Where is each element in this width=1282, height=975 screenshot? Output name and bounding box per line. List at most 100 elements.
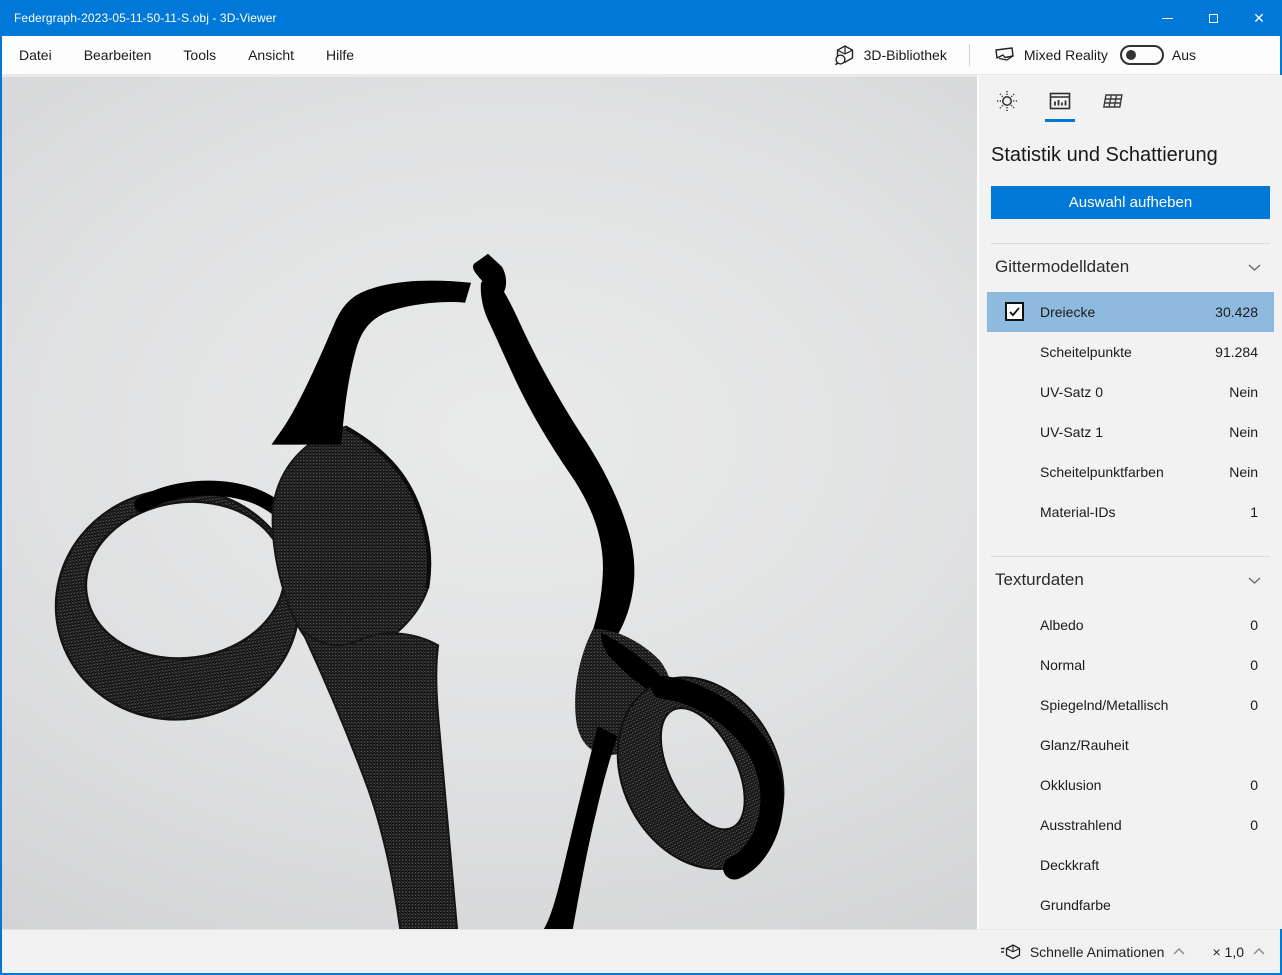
maximize-icon <box>1209 14 1218 23</box>
section-rows: Albedo 0 Normal 0 Spiegelnd/Metallisch 0 Glanz… <box>987 605 1274 929</box>
close-button[interactable]: ✕ <box>1236 0 1282 36</box>
row-value: 0 <box>1250 817 1274 833</box>
stat-row[interactable]: Scheitelpunktfarben Nein <box>987 452 1274 492</box>
menu-item-tools[interactable]: Tools <box>179 43 220 67</box>
row-label: Scheitelpunkte <box>987 344 1132 360</box>
close-icon: ✕ <box>1253 11 1265 25</box>
statistics-icon <box>1048 89 1072 113</box>
tab-underline <box>1098 119 1128 122</box>
row-label: UV-Satz 0 <box>987 384 1103 400</box>
row-label: Deckkraft <box>987 857 1099 873</box>
3d-library-button[interactable]: 3D-Bibliothek <box>834 44 947 66</box>
stat-row[interactable]: Spiegelnd/Metallisch 0 <box>987 685 1274 725</box>
row-label: Okklusion <box>987 777 1101 793</box>
section-header[interactable]: Texturdaten <box>995 565 1270 595</box>
row-value: 91.284 <box>1215 344 1274 360</box>
selected-tab-underline <box>1045 119 1075 122</box>
mixed-reality-state: Aus <box>1172 47 1196 63</box>
row-checkbox[interactable] <box>1005 302 1024 321</box>
row-value: 0 <box>1250 697 1274 713</box>
stat-row[interactable]: Albedo 0 <box>987 605 1274 645</box>
row-value: 0 <box>1250 617 1274 633</box>
row-value: 0 <box>1250 657 1274 673</box>
stat-row[interactable]: Glanz/Rauheit <box>987 725 1274 765</box>
statusbar: Schnelle Animationen × 1,0 <box>2 929 1280 973</box>
menu-items: Datei Bearbeiten Tools Ansicht Hilfe <box>2 43 358 67</box>
titlebar: Federgraph-2023-05-11-50-11-S.obj - 3D-V… <box>0 0 1282 36</box>
row-label: Albedo <box>987 617 1084 633</box>
mixed-reality-label: Mixed Reality <box>1024 47 1108 63</box>
mixed-reality-goggles-icon <box>992 45 1016 65</box>
animations-label: Schnelle Animationen <box>1030 944 1165 960</box>
chevron-down-icon <box>1247 576 1262 585</box>
row-label: Dreiecke <box>987 304 1095 320</box>
tab-lighting[interactable] <box>992 89 1022 123</box>
cube-magnifier-icon <box>834 44 856 66</box>
tab-statistics[interactable] <box>1045 89 1075 123</box>
row-label: Scheitelpunktfarben <box>987 464 1164 480</box>
mixed-reality-toggle[interactable] <box>1120 45 1164 65</box>
lighting-sun-icon <box>995 89 1019 113</box>
panel-tabs <box>979 75 1282 123</box>
menubar: Datei Bearbeiten Tools Ansicht Hilfe 3D-Bibl… <box>2 36 1280 75</box>
stat-row[interactable]: UV-Satz 0 Nein <box>987 372 1274 412</box>
maximize-button[interactable] <box>1190 0 1236 36</box>
panel-sections: Gittermodelldaten Dreiecke 30.428 Scheitelp… <box>979 243 1282 929</box>
section-divider <box>991 243 1270 244</box>
model-viewport[interactable] <box>2 75 977 929</box>
row-label: UV-Satz 1 <box>987 424 1103 440</box>
section-header[interactable]: Gittermodelldaten <box>995 252 1270 282</box>
stat-row[interactable]: Material-IDs1 <box>987 492 1274 532</box>
window-controls: ✕ <box>1144 0 1282 36</box>
stat-row[interactable]: Grundfarbe <box>987 885 1274 925</box>
row-label: Normal <box>987 657 1085 673</box>
section-title: Gittermodelldaten <box>995 257 1129 277</box>
row-label: Ausstrahlend <box>987 817 1122 833</box>
section-title: Texturdaten <box>995 570 1084 590</box>
app-window: Federgraph-2023-05-11-50-11-S.obj - 3D-V… <box>0 0 1282 975</box>
row-value: 30.428 <box>1215 304 1274 320</box>
toggle-knob <box>1126 50 1136 60</box>
stat-row[interactable]: Scheitelpunkte 91.284 <box>987 332 1274 372</box>
panel-heading: Statistik und Schattierung <box>979 123 1282 169</box>
stat-row[interactable]: Ausstrahlend 0 <box>987 805 1274 845</box>
row-label: Spiegelnd/Metallisch <box>987 697 1168 713</box>
stat-row[interactable]: Normal 0 <box>987 645 1274 685</box>
menu-item-bearbeiten[interactable]: Bearbeiten <box>80 43 156 67</box>
row-label: Glanz/Rauheit <box>987 737 1129 753</box>
minimize-icon <box>1162 18 1173 19</box>
chevron-up-icon <box>1172 947 1186 956</box>
menu-divider <box>969 44 970 66</box>
animation-speed-control[interactable]: × 1,0 <box>1212 944 1266 960</box>
speed-label: × 1,0 <box>1212 944 1244 960</box>
window-title: Federgraph-2023-05-11-50-11-S.obj - 3D-V… <box>0 11 277 25</box>
minimize-button[interactable] <box>1144 0 1190 36</box>
menu-item-datei[interactable]: Datei <box>15 43 56 67</box>
menu-item-hilfe[interactable]: Hilfe <box>322 43 358 67</box>
row-value: Nein <box>1229 424 1274 440</box>
section-rows: Dreiecke 30.428 Scheitelpunkte 91.284 UV-Sat… <box>987 292 1274 532</box>
stat-row[interactable]: Okklusion 0 <box>987 765 1274 805</box>
mixed-reality-group: Mixed Reality Aus <box>992 45 1196 65</box>
tab-underline <box>992 119 1022 122</box>
chevron-up-icon <box>1252 947 1266 956</box>
3d-model-ribbon <box>2 77 977 929</box>
row-value: Nein <box>1229 464 1274 480</box>
row-value: 0 <box>1250 777 1274 793</box>
checkmark-icon <box>1007 304 1022 319</box>
row-value: 1 <box>1250 504 1274 520</box>
row-value: Nein <box>1229 384 1274 400</box>
menu-right-group: 3D-Bibliothek Mixed Reality Aus <box>834 44 1280 66</box>
statistics-panel: Statistik und Schattierung Auswahl aufhe… <box>979 75 1282 929</box>
3d-library-label: 3D-Bibliothek <box>864 47 947 63</box>
wireframe-grid-icon <box>1101 89 1125 113</box>
animations-control[interactable]: Schnelle Animationen <box>1000 943 1187 961</box>
stat-row[interactable]: Dreiecke 30.428 <box>987 292 1274 332</box>
clear-selection-button[interactable]: Auswahl aufheben <box>991 186 1270 219</box>
animation-cube-icon <box>1000 943 1022 961</box>
chevron-down-icon <box>1247 263 1262 272</box>
tab-wireframe[interactable] <box>1098 89 1128 123</box>
stat-row[interactable]: Deckkraft <box>987 845 1274 885</box>
stat-row[interactable]: UV-Satz 1 Nein <box>987 412 1274 452</box>
menu-item-ansicht[interactable]: Ansicht <box>244 43 298 67</box>
